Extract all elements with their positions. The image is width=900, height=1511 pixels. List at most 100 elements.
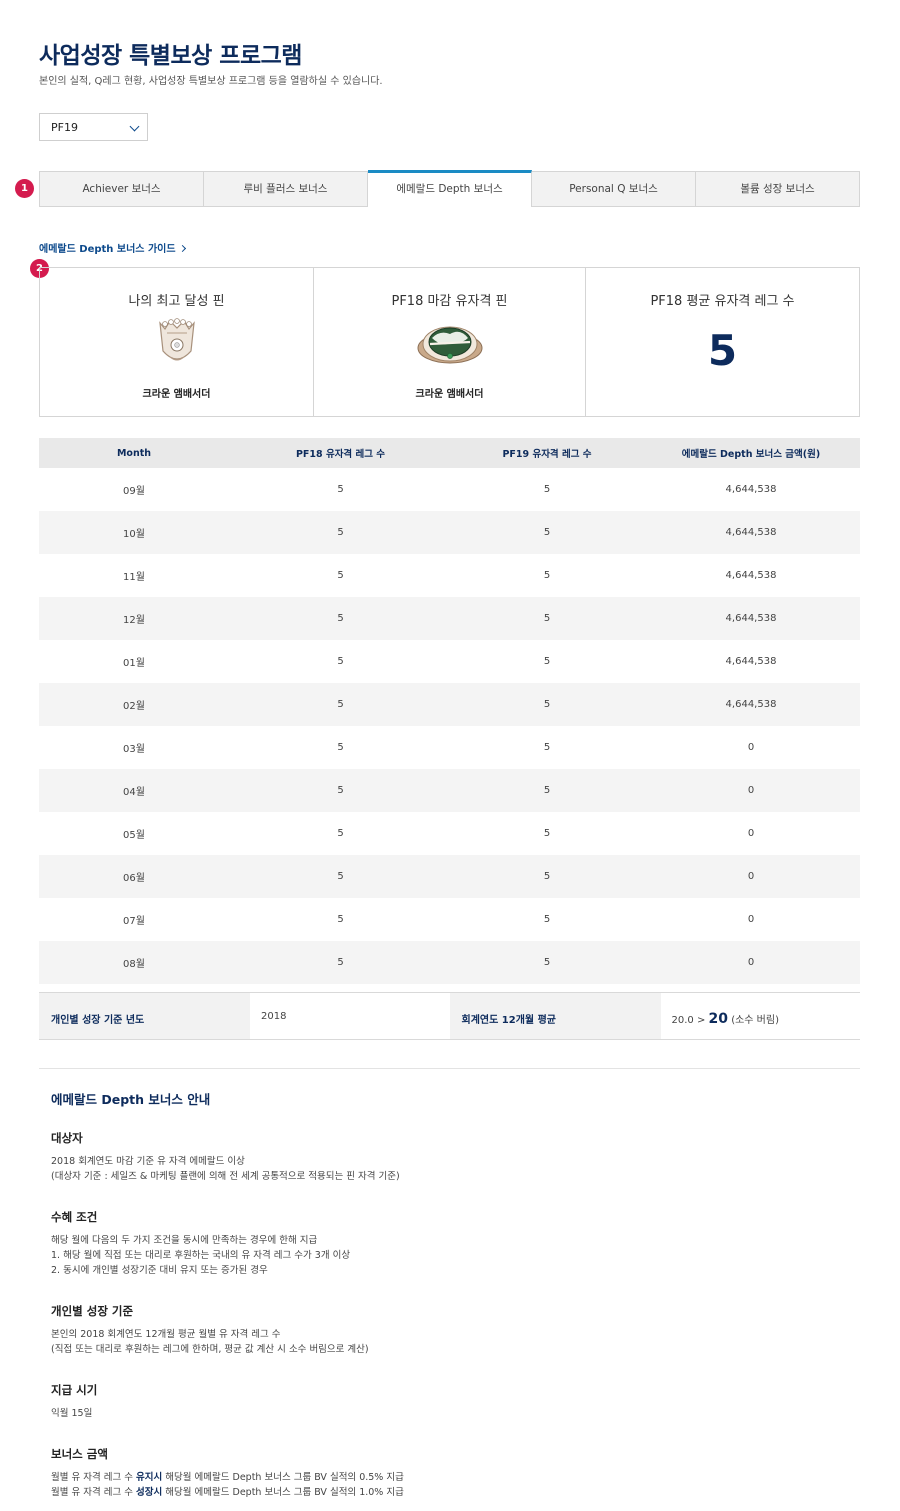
bonus-info-section: 에메랄드 Depth 보너스 안내 대상자 2018 회계연도 마감 기준 유 … xyxy=(51,1089,831,1511)
table-row: 02월 5 5 4,644,538 xyxy=(39,683,860,726)
pin-summary-panel: 나의 최고 달성 핀 크라운 앰배서더 PF18 마감 유자격 핀 크라운 앰배… xyxy=(39,267,860,417)
table-row: 06월 5 5 0 xyxy=(39,855,860,898)
period-select-value: PF19 xyxy=(51,121,78,134)
table-row: 04월 5 5 0 xyxy=(39,769,860,812)
amount-line1-post: 해당월 에메랄드 Depth 보너스 그룹 BV 실적의 0.5% 지급 xyxy=(165,1472,404,1483)
cell-amount: 4,644,538 xyxy=(642,511,860,554)
cell-amount: 4,644,538 xyxy=(725,484,777,495)
page-title: 사업성장 특별보상 프로그램 xyxy=(39,43,302,69)
table-row: 01월 5 5 4,644,538 xyxy=(39,640,860,683)
amount-line2-bold: 성장시 xyxy=(136,1487,163,1498)
table-row: 11월 5 5 4,644,538 xyxy=(39,554,860,597)
tab-personal-q[interactable]: Personal Q 보너스 xyxy=(532,171,696,207)
cell-month: 09월 xyxy=(123,486,145,497)
info-line: 월별 유 자격 레그 수 성장시 해당월 에메랄드 Depth 보너스 그룹 B… xyxy=(51,1485,831,1500)
amount-line1-bold: 유지시 xyxy=(136,1472,163,1483)
cell-pf18: 5 xyxy=(337,570,344,581)
cell-amount: 4,644,538 xyxy=(642,683,860,726)
info-conditions: 수혜 조건 해당 월에 다음의 두 가지 조건을 동시에 만족하는 경우에 한해… xyxy=(51,1209,831,1278)
average-legs-value: 5 xyxy=(707,326,738,375)
section-divider xyxy=(39,1068,860,1069)
cell-pf18: 5 xyxy=(229,855,452,898)
table-header-row: Month PF18 유자격 레그 수 PF19 유자격 레그 수 에메랄드 D… xyxy=(39,438,860,468)
base-year-value: 2018 xyxy=(261,1011,287,1022)
info-line: 익월 15일 xyxy=(51,1408,93,1419)
info-growth-criteria: 개인별 성장 기준 본인의 2018 회계연도 12개월 평균 월별 유 자격 … xyxy=(51,1303,831,1357)
cell-pf18: 5 xyxy=(229,769,452,812)
cell-amount: 0 xyxy=(747,914,755,925)
guide-link[interactable]: 에메랄드 Depth 보너스 가이드 xyxy=(39,240,186,255)
amount-line1-pre: 월별 유 자격 레그 수 xyxy=(51,1472,133,1483)
table-row: 12월 5 5 4,644,538 xyxy=(39,597,860,640)
info-line: (대상자 기준 : 세일즈 & 마케팅 플랜에 의해 전 세계 공통적으로 적용… xyxy=(51,1171,400,1182)
table-row: 03월 5 5 0 xyxy=(39,726,860,769)
info-line: 월별 유 자격 레그 수 유지시 해당월 에메랄드 Depth 보너스 그룹 B… xyxy=(51,1470,831,1485)
monthly-legs-table: Month PF18 유자격 레그 수 PF19 유자격 레그 수 에메랄드 D… xyxy=(39,438,860,984)
cell-pf18: 5 xyxy=(229,683,452,726)
bonus-tabs: Achiever 보너스 루비 플러스 보너스 에메랄드 Depth 보너스 P… xyxy=(39,170,860,207)
col-pf18-legs: PF18 유자격 레그 수 xyxy=(229,438,452,468)
average-legs-title: PF18 평균 유자격 레그 수 xyxy=(650,294,795,309)
guide-link-label: 에메랄드 Depth 보너스 가이드 xyxy=(39,244,176,255)
cell-pf19: 5 xyxy=(452,855,642,898)
table-row: 08월 5 5 0 xyxy=(39,941,860,984)
cell-amount: 0 xyxy=(642,941,860,984)
cell-month: 10월 xyxy=(39,511,229,554)
cell-pf19: 5 xyxy=(543,742,551,753)
info-eligibility: 대상자 2018 회계연도 마감 기준 유 자격 에메랄드 이상 (대상자 기준… xyxy=(51,1130,831,1184)
closing-pin-name: 크라운 앰배서더 xyxy=(415,389,484,400)
chevron-right-icon xyxy=(178,244,186,253)
info-line: 2018 회계연도 마감 기준 유 자격 에메랄드 이상 xyxy=(51,1156,245,1167)
cell-month: 03월 xyxy=(123,744,145,755)
cell-amount: 0 xyxy=(642,855,860,898)
info-line: 2. 동시에 개인별 성장기준 대비 유지 또는 증가된 경우 xyxy=(51,1265,268,1276)
cell-month: 02월 xyxy=(39,683,229,726)
info-line: 해당 월에 다음의 두 가지 조건을 동시에 만족하는 경우에 한해 지급 xyxy=(51,1235,318,1246)
emerald-globe-pin-icon xyxy=(417,326,483,364)
cell-pf18: 5 xyxy=(229,597,452,640)
closing-pin-card: PF18 마감 유자격 핀 크라운 앰배서더 xyxy=(314,268,586,416)
amount-line2-pre: 월별 유 자격 레그 수 xyxy=(51,1487,133,1498)
period-select[interactable]: PF19 xyxy=(39,113,148,141)
crown-ambassador-pin-icon xyxy=(159,318,195,361)
cell-month: 01월 xyxy=(123,658,145,669)
cell-pf19: 5 xyxy=(543,656,551,667)
tab-volume-growth[interactable]: 볼륨 성장 보너스 xyxy=(696,171,860,207)
info-line: 1. 해당 월에 직접 또는 대리로 후원하는 국내의 유 자격 레그 수가 3… xyxy=(51,1250,351,1261)
tab-ruby-plus[interactable]: 루비 플러스 보너스 xyxy=(204,171,368,207)
amount-line2-post: 해당월 에메랄드 Depth 보너스 그룹 BV 실적의 1.0% 지급 xyxy=(165,1487,404,1498)
col-bonus-amount: 에메랄드 Depth 보너스 금액(원) xyxy=(642,438,860,468)
cell-pf18: 5 xyxy=(337,914,344,925)
cell-pf19: 5 xyxy=(452,769,642,812)
info-section-heading: 보너스 금액 xyxy=(51,1447,108,1461)
tab-achiever[interactable]: Achiever 보너스 xyxy=(39,171,204,207)
info-section-heading: 개인별 성장 기준 xyxy=(51,1304,134,1318)
cell-amount: 4,644,538 xyxy=(725,656,777,667)
cell-pf18: 5 xyxy=(337,828,344,839)
base-year-label: 개인별 성장 기준 년도 xyxy=(39,993,250,1039)
cell-amount: 4,644,538 xyxy=(725,570,777,581)
cell-pf18: 5 xyxy=(337,656,344,667)
cell-month: 11월 xyxy=(123,572,145,583)
average-legs-card: PF18 평균 유자격 레그 수 5 xyxy=(586,268,859,416)
cell-month: 06월 xyxy=(39,855,229,898)
cell-pf19: 5 xyxy=(452,683,642,726)
cell-pf18: 5 xyxy=(337,742,344,753)
info-title: 에메랄드 Depth 보너스 안내 xyxy=(51,1092,211,1107)
chevron-down-icon xyxy=(129,121,140,132)
cell-pf19: 5 xyxy=(452,941,642,984)
cell-pf19: 5 xyxy=(543,914,551,925)
cell-month: 08월 xyxy=(39,941,229,984)
cell-amount: 0 xyxy=(642,769,860,812)
info-line: (직접 또는 대리로 후원하는 레그에 한하며, 평균 값 계산 시 소수 버림… xyxy=(51,1344,369,1355)
cell-pf19: 5 xyxy=(452,597,642,640)
col-pf19-legs: PF19 유자격 레그 수 xyxy=(452,438,642,468)
step-badge-1: 1 xyxy=(15,179,34,198)
page-description: 본인의 실적, Q레그 현황, 사업성장 특별보상 프로그램 등을 열람하실 수… xyxy=(39,76,383,87)
info-payment-timing: 지급 시기 익월 15일 xyxy=(51,1382,831,1421)
tab-emerald-depth[interactable]: 에메랄드 Depth 보너스 xyxy=(368,170,532,207)
table-row: 09월 5 5 4,644,538 xyxy=(39,468,860,511)
cell-pf19: 5 xyxy=(452,511,642,554)
info-section-heading: 지급 시기 xyxy=(51,1383,98,1397)
cell-amount: 4,644,538 xyxy=(642,597,860,640)
